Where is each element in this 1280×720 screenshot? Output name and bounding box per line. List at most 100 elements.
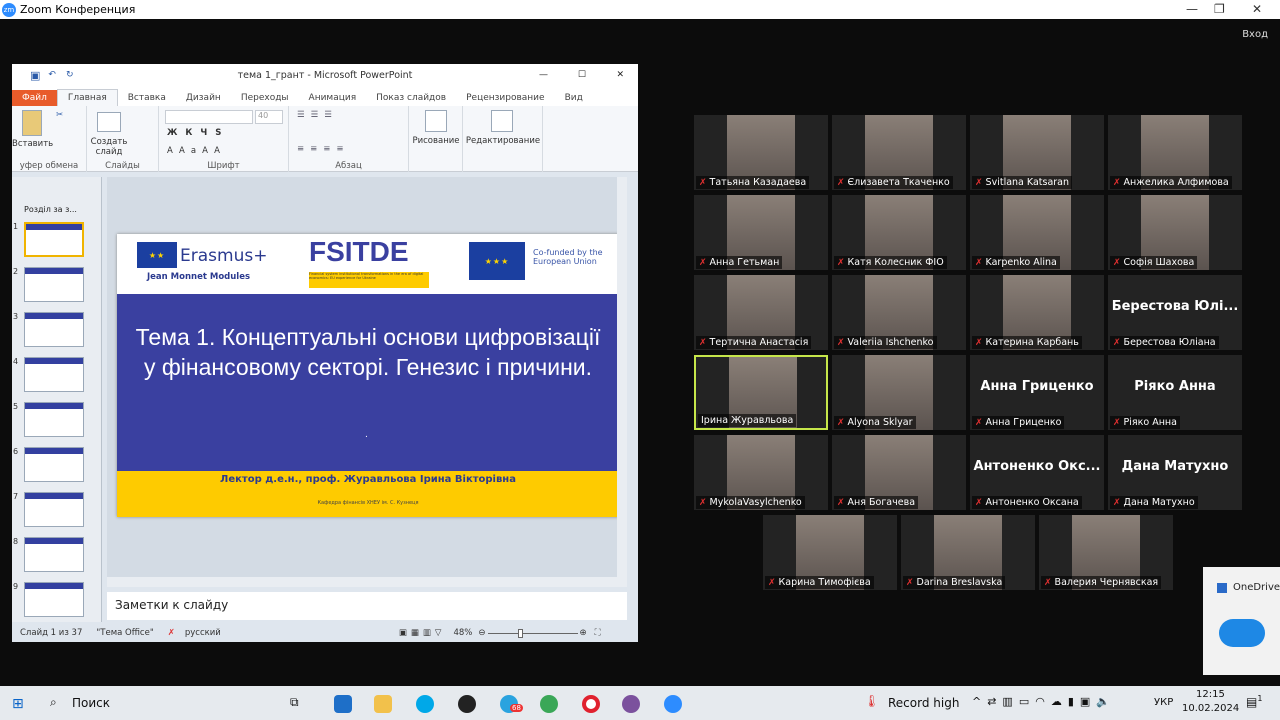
onedrive-popup[interactable]: OneDrive [1203,567,1280,675]
zoom-taskbar-icon[interactable] [664,695,682,713]
participant-tile[interactable]: Дана Матухно ✗ Дана Матухно [1108,435,1242,510]
slide-thumbnail[interactable] [24,582,84,617]
participant-tile[interactable]: ✗ Валерия Чернявская [1039,515,1173,590]
slide-thumbnail[interactable] [24,402,84,437]
media-player-icon[interactable] [458,695,476,713]
language-indicator[interactable]: УКР [1154,697,1173,708]
participant-tile[interactable]: Анна Гриценко ✗ Анна Гриценко [970,355,1104,430]
weather-text[interactable]: Record high [888,696,959,710]
participant-tile[interactable]: ✗ Катя Колесник ФІО [832,195,966,270]
thermometer-icon: 🌡 [864,694,880,708]
participant-tile[interactable]: ✗ Darina Breslavska [901,515,1035,590]
participant-tile[interactable]: Антоненко Окс... ✗ Антоненко Оксана [970,435,1104,510]
new-slide-icon[interactable] [97,112,121,132]
participant-tile[interactable]: ✗ Тертична Анастасія [694,275,828,350]
spellcheck-icon[interactable]: ✗ [168,628,175,638]
notifications-icon[interactable]: ▤1 [1246,694,1262,709]
slide-editor[interactable]: ★★ Erasmus+ Jean Monnet Modules FSITDE F… [107,177,627,587]
file-explorer-icon[interactable] [374,695,392,713]
slide-thumbnail[interactable] [24,267,84,302]
tab-0[interactable]: Файл [12,90,57,106]
slide-thumbnails-pane[interactable]: Розділ за з... 1 2 3 4 5 6 7 8 9 [12,177,102,622]
task-view-icon[interactable]: ⧉ [290,695,299,710]
slide-thumbnail[interactable] [24,312,84,347]
participant-tile[interactable]: ✗ Karpenko Alina [970,195,1104,270]
participant-tile[interactable]: ✗ Катерина Карбань [970,275,1104,350]
mail-icon[interactable] [334,695,352,713]
zoom-percent[interactable]: 48% [453,628,472,638]
paste-button[interactable]: Вставить [12,139,53,149]
view-buttons[interactable]: ▣▦▥▽ [399,628,446,638]
list-buttons[interactable]: ☰☰☰ [297,110,338,120]
participant-name-label: ✗ Аня Богачева [834,496,919,509]
search-icon[interactable]: ⌕ [50,695,57,710]
participant-tile[interactable]: ✗ Єлизавета Ткаченко [832,115,966,190]
cut-icon[interactable]: ✂ [56,110,63,120]
slide-thumbnail[interactable] [24,222,84,257]
language[interactable]: русский [185,628,221,638]
clock-time[interactable]: 12:15 [1196,689,1225,700]
sign-in-button[interactable]: Вход [1242,29,1268,40]
zoom-out-button[interactable]: ⊖ [478,628,485,638]
new-slide-button[interactable]: Создать слайд [89,137,129,157]
participant-tile[interactable]: Берестова Юлі... ✗ Берестова Юліана [1108,275,1242,350]
participant-tile[interactable]: Ріяко Анна ✗ Ріяко Анна [1108,355,1242,430]
zoom-slider[interactable] [487,628,578,638]
tab-1[interactable]: Главная [56,89,118,106]
participant-tile[interactable]: ✗ Аня Богачева [832,435,966,510]
participant-tile[interactable]: ✗ Svitlana Katsaran [970,115,1104,190]
vertical-scrollbar[interactable] [617,177,627,587]
participant-tile[interactable]: ✗ Valeriia Ishchenko [832,275,966,350]
drawing-group: Рисование [409,106,463,172]
start-button[interactable]: ⊞ [12,696,24,712]
clock-date[interactable]: 10.02.2024 [1182,703,1239,714]
participant-tile[interactable]: ✗ Alyona Sklyar [832,355,966,430]
tab-4[interactable]: Переходы [231,90,299,106]
skype-icon[interactable] [416,695,434,713]
shapes-icon[interactable] [425,110,447,132]
participant-tile[interactable]: ✗ Татьяна Казадаева [694,115,828,190]
zoom-logo-icon: zm [2,2,16,17]
viber-icon[interactable] [622,695,640,713]
tab-6[interactable]: Показ слайдов [366,90,456,106]
zoom-in-button[interactable]: ⊕ [580,628,587,638]
minimize-button[interactable]: — [1186,2,1198,16]
editing-button[interactable]: Редактирование [463,136,543,146]
opera-icon[interactable] [582,695,600,713]
participant-tile[interactable]: ✗ MykolaVasylchenko [694,435,828,510]
horizontal-scrollbar[interactable] [107,577,617,587]
participant-tile[interactable]: ✗ Анжелика Алфимова [1108,115,1242,190]
slide-thumbnail[interactable] [24,357,84,392]
slide-thumbnail[interactable] [24,537,84,572]
slide-thumbnail[interactable] [24,492,84,527]
chrome-icon[interactable] [540,695,558,713]
tab-5[interactable]: Анимация [299,90,367,106]
tab-3[interactable]: Дизайн [176,90,231,106]
participant-tile[interactable]: Ірина Журавльова [694,355,828,430]
font-size-buttons[interactable]: AAaAA [167,146,226,156]
participant-tile[interactable]: ✗ Анна Гетьман [694,195,828,270]
tab-2[interactable]: Вставка [118,90,176,106]
paste-icon[interactable] [22,110,42,136]
font-size-field[interactable]: 40 [255,110,283,124]
drawing-button[interactable]: Рисование [409,136,463,146]
slide-thumbnail[interactable] [24,447,84,482]
participant-tile[interactable]: ✗ Карина Тимофієва [763,515,897,590]
system-tray-icons[interactable]: ^⇄▥▭◠☁▮▣🔈 [972,695,1116,708]
fit-slide-button[interactable]: ⛶ [595,628,601,638]
notes-pane[interactable]: Заметки к слайду [107,592,627,620]
font-format-buttons[interactable]: ЖКЧS [167,128,229,138]
tab-8[interactable]: Вид [555,90,593,106]
align-buttons[interactable]: ≡≡≡≡ [297,144,350,154]
participant-name-label: ✗ Катерина Карбань [972,336,1082,349]
close-button[interactable]: ✕ [1252,2,1262,16]
ppt-minimize-button[interactable]: — [539,70,548,80]
search-box[interactable]: Поиск [72,696,110,710]
tab-7[interactable]: Рецензирование [456,90,554,106]
font-name-field[interactable] [165,110,253,124]
ppt-maximize-button[interactable]: ☐ [578,70,586,80]
maximize-button[interactable]: ❐ [1214,2,1225,16]
binoculars-icon[interactable] [491,110,513,132]
ppt-close-button[interactable]: ✕ [616,70,624,80]
participant-tile[interactable]: ✗ Софія Шахова [1108,195,1242,270]
